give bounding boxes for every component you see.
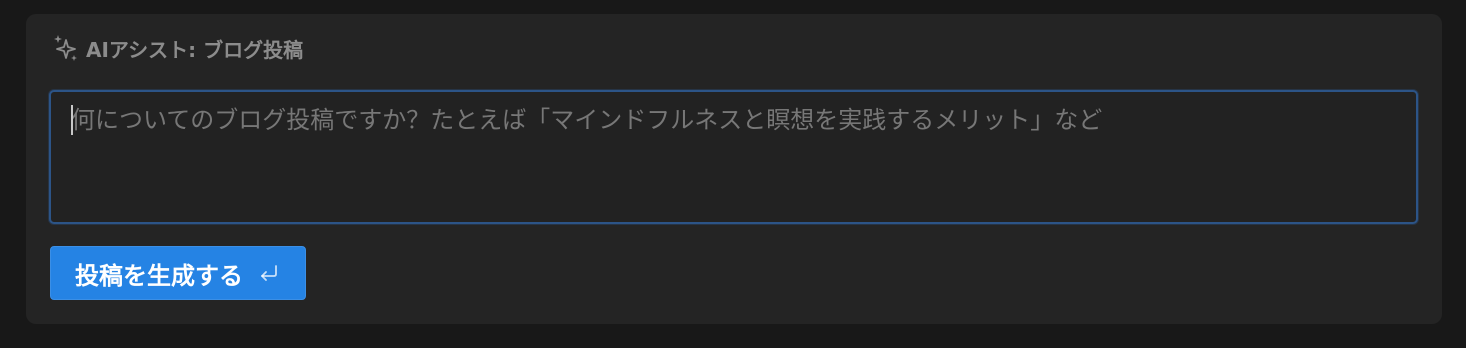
prompt-input[interactable] <box>51 92 1416 222</box>
enter-icon <box>261 265 277 281</box>
panel-title: AIアシスト: ブログ投稿 <box>86 37 304 62</box>
generate-post-button[interactable]: 投稿を生成する <box>50 246 306 300</box>
prompt-field[interactable] <box>49 90 1418 224</box>
text-caret <box>71 105 73 135</box>
panel-header: AIアシスト: ブログ投稿 <box>52 34 303 62</box>
ai-assist-panel: AIアシスト: ブログ投稿 投稿を生成する <box>26 14 1442 324</box>
generate-button-label: 投稿を生成する <box>75 261 243 290</box>
sparkle-icon <box>54 35 77 61</box>
